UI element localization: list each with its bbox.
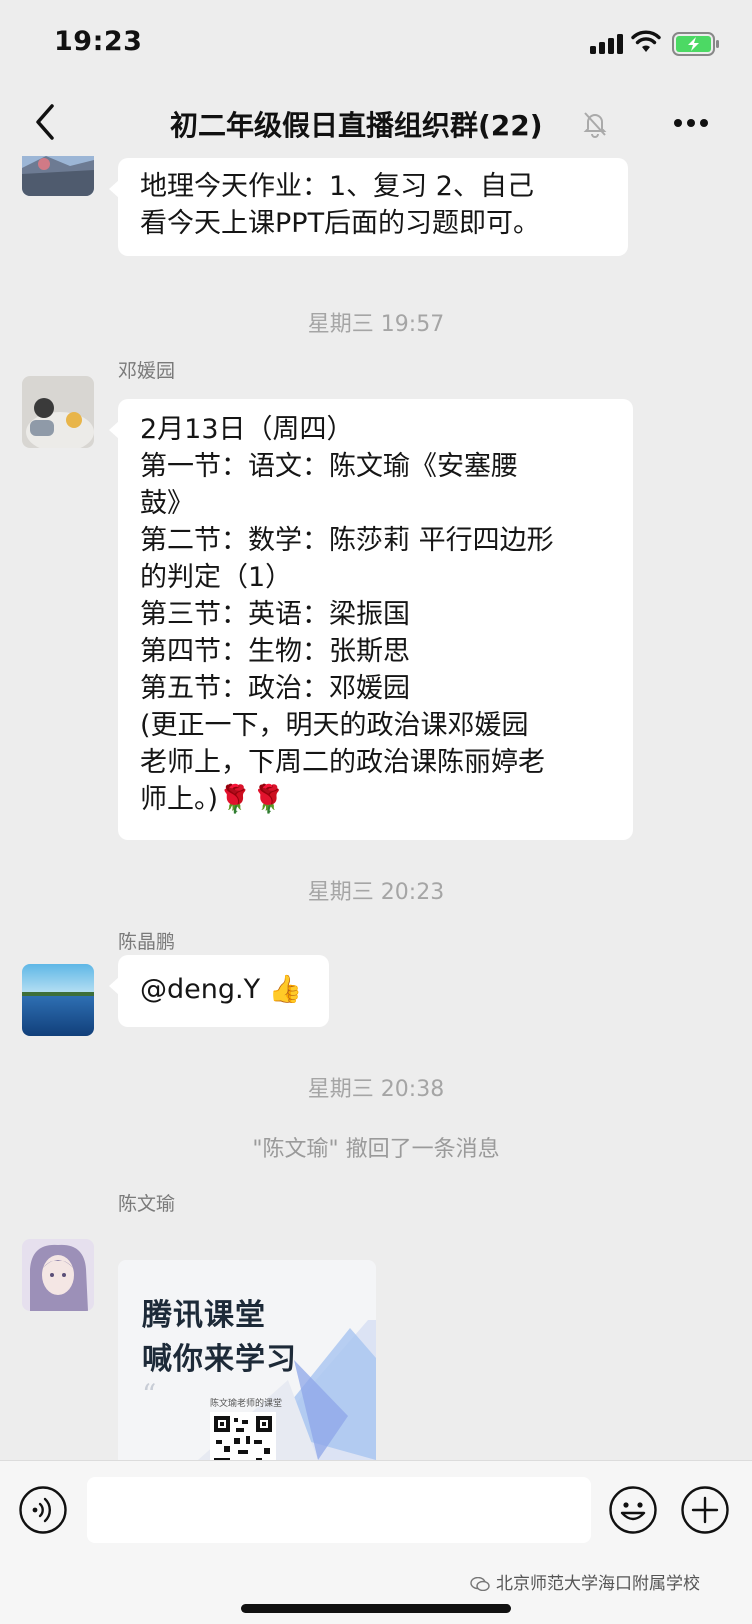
watermark-text: 北京师范大学海口附属学校 [496, 1574, 700, 1594]
quote-icon: “ [142, 1378, 157, 1411]
message-line: 老师上，下周二的政治课陈丽婷老 [140, 747, 545, 778]
wifi-icon [631, 30, 661, 52]
timestamp: 星期三 20:23 [307, 880, 445, 905]
message-line: 地理今天作业：1、复习 2、自己 [140, 171, 534, 202]
message-line: 2月13日（周四） [140, 414, 354, 445]
sender-name: 陈文瑜 [118, 1193, 176, 1215]
timestamp: 星期三 20:38 [307, 1077, 445, 1102]
course-share-card[interactable]: 腾讯课堂 喊你来学习 “ 陈文瑜老师的课堂 [118, 1260, 376, 1460]
card-title-line1: 腾讯课堂 [142, 1298, 266, 1333]
avatar[interactable] [22, 156, 94, 196]
message-line: (更正一下，明天的政治课邓媛园 [140, 710, 529, 741]
message-list[interactable]: 地理今天作业：1、复习 2、自己 看今天上课PPT后面的习题即可。 星期三 19… [0, 156, 752, 1460]
message-input[interactable] [87, 1477, 591, 1543]
qr-code-icon [210, 1412, 276, 1460]
message-bubble[interactable]: 地理今天作业：1、复习 2、自己 看今天上课PPT后面的习题即可。 [109, 158, 628, 256]
emoji-icon[interactable] [608, 1485, 658, 1535]
message-line: 鼓》 [140, 488, 194, 519]
plus-icon[interactable] [680, 1485, 730, 1535]
chat-header: 初二年级假日直播组织群(22) [0, 90, 752, 156]
message-line: 师上。)🌹🌹 [140, 784, 286, 815]
bell-muted-icon [583, 112, 607, 138]
chevron-left-icon[interactable] [34, 102, 56, 142]
avatar[interactable] [22, 1239, 94, 1311]
avatar[interactable] [22, 376, 94, 448]
watermark: 北京师范大学海口附属学校 [470, 1569, 700, 1594]
message-line: 第五节：政治：邓媛园 [140, 673, 410, 704]
avatar[interactable] [22, 964, 94, 1036]
message-line: 第三节：英语：梁振国 [140, 599, 410, 630]
message-line: @deng.Y 👍 [140, 974, 303, 1005]
card-title-line2: 喊你来学习 [142, 1342, 297, 1377]
recall-notice: "陈文瑜" 撤回了一条消息 [252, 1137, 500, 1162]
battery-charging-icon [672, 32, 719, 56]
timestamp: 星期三 19:57 [307, 312, 445, 337]
message-line: 第四节：生物：张斯思 [140, 636, 410, 667]
message-bubble[interactable]: @deng.Y 👍 [109, 955, 329, 1027]
wechat-icon [470, 1577, 490, 1591]
sender-name: 邓媛园 [118, 360, 176, 382]
home-indicator [241, 1604, 511, 1613]
sender-name: 陈晶鹏 [118, 931, 176, 953]
voice-icon[interactable] [18, 1485, 68, 1535]
message-line: 第二节：数学：陈莎莉 平行四边形 [140, 525, 554, 556]
status-time: 19:23 [54, 26, 143, 57]
message-line: 的判定（1） [140, 562, 293, 593]
chat-title[interactable]: 初二年级假日直播组织群(22) [170, 104, 543, 144]
card-subtitle: 陈文瑜老师的课堂 [210, 1399, 283, 1409]
input-bar: 北京师范大学海口附属学校 [0, 1460, 752, 1624]
status-bar: 19:23 [0, 0, 752, 90]
message-line: 第一节：语文：陈文瑜《安塞腰 [140, 451, 518, 482]
message-bubble[interactable]: 2月13日（周四） 第一节：语文：陈文瑜《安塞腰 鼓》 第二节：数学：陈莎莉 平… [109, 399, 633, 840]
cellular-signal-icon [590, 34, 623, 54]
message-line: 看今天上课PPT后面的习题即可。 [140, 208, 541, 239]
more-dots-icon[interactable] [673, 118, 709, 128]
